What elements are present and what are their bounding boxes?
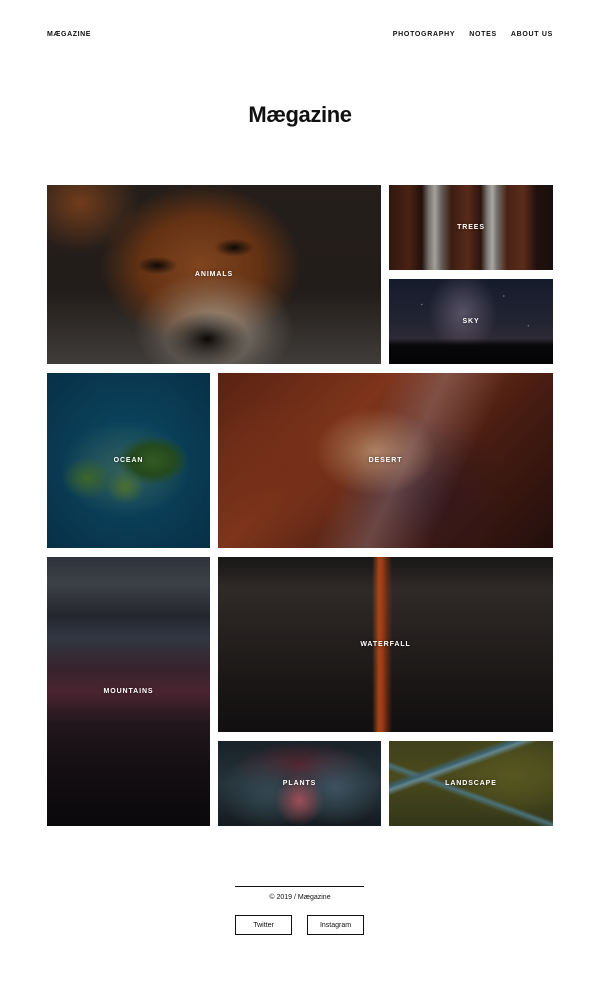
instagram-button[interactable]: Instagram [307,915,364,935]
top-bar: MÆGAZINE PHOTOGRAPHY NOTES ABOUT US [47,28,553,40]
main-nav: PHOTOGRAPHY NOTES ABOUT US [393,31,553,38]
tile-label: ANIMALS [194,271,234,278]
tile-label: OCEAN [113,457,144,464]
gallery-tile-animals[interactable]: ANIMALS [47,185,381,364]
tile-label: PLANTS [282,780,317,787]
nav-link-about-us[interactable]: ABOUT US [511,31,553,38]
page-title: Mægazine [248,102,352,127]
gallery-tile-waterfall[interactable]: WATERFALL [218,557,553,732]
gallery-tile-ocean[interactable]: OCEAN [47,373,210,548]
gallery-tile-trees[interactable]: TREES [389,185,553,270]
tile-label: MOUNTAINS [103,688,154,695]
twitter-button[interactable]: Twitter [235,915,292,935]
nav-link-notes[interactable]: NOTES [469,31,497,38]
gallery-tile-mountains[interactable]: MOUNTAINS [47,557,210,826]
tile-label: LANDSCAPE [445,780,497,787]
nav-link-photography[interactable]: PHOTOGRAPHY [393,31,455,38]
tile-label: WATERFALL [360,641,411,648]
copyright-text: © 2019 / Mægazine [269,894,331,901]
site-logo-link[interactable]: MÆGAZINE [47,31,91,38]
gallery-tile-plants[interactable]: PLANTS [218,741,381,826]
gallery-tile-landscape[interactable]: LANDSCAPE [389,741,553,826]
gallery-tile-desert[interactable]: DESERT [218,373,553,548]
tile-label: SKY [462,318,480,325]
footer-divider [235,886,364,887]
tile-label: TREES [457,224,485,231]
tile-label: DESERT [368,457,403,464]
gallery-tile-sky[interactable]: SKY [389,279,553,364]
